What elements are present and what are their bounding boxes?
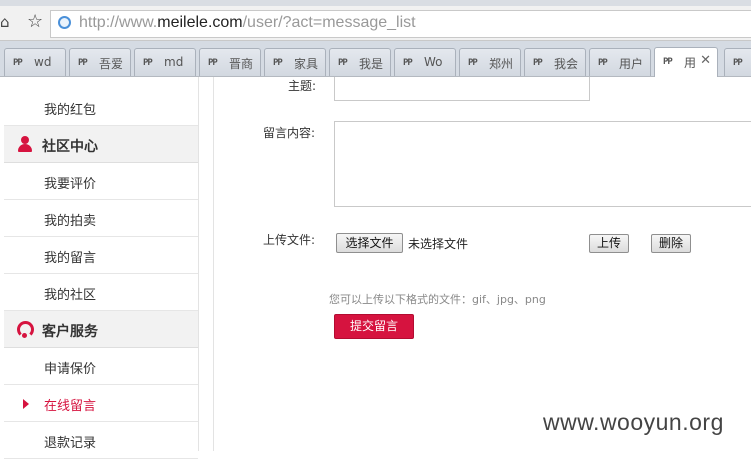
sidebar-item-price-protection[interactable]: 申请保价 bbox=[4, 348, 198, 385]
choose-file-button[interactable]: 选择文件 bbox=[336, 233, 403, 253]
favicon-pp-icon: PP bbox=[403, 58, 413, 68]
favicon-pp-icon: PP bbox=[468, 58, 478, 68]
active-arrow-icon bbox=[23, 399, 29, 409]
url-field[interactable]: http://www.meilele.com/user/?act=message… bbox=[50, 10, 751, 38]
tab-1[interactable]: PP wd bbox=[4, 48, 66, 76]
tab-5[interactable]: PP 家具 bbox=[264, 48, 326, 76]
no-file-chosen-text: 未选择文件 bbox=[408, 237, 469, 251]
favicon-pp-icon: PP bbox=[143, 58, 153, 68]
home-icon[interactable]: ⌂ bbox=[0, 15, 14, 30]
user-icon bbox=[18, 136, 32, 152]
favicon-pp-icon: PP bbox=[273, 58, 283, 68]
favicon-pp-icon: PP bbox=[13, 58, 23, 68]
subject-input[interactable] bbox=[334, 77, 590, 101]
watermark-text: www.wooyun.org bbox=[543, 409, 724, 435]
sidebar-item-red-packets[interactable]: 我的红包 bbox=[4, 89, 198, 126]
favicon-pp-icon: PP bbox=[208, 58, 218, 68]
sidebar-item-my-community[interactable]: 我的社区 bbox=[4, 274, 198, 311]
submit-message-button[interactable]: 提交留言 bbox=[334, 314, 414, 339]
sidebar-item-auction[interactable]: 我的拍卖 bbox=[4, 200, 198, 237]
tab-12[interactable]: PP bbox=[724, 48, 751, 76]
tab-6[interactable]: PP 我是 bbox=[329, 48, 391, 76]
account-sidebar: 我的红包 社区中心 我要评价 我的拍卖 我的留言 我的社区 客户服务 申请保价 … bbox=[4, 77, 199, 459]
tab-8[interactable]: PP 郑州 bbox=[459, 48, 521, 76]
favicon-pp-icon: PP bbox=[533, 58, 543, 68]
sidebar-item-online-message[interactable]: 在线留言 bbox=[4, 385, 198, 422]
tab-close-icon[interactable]: ✕ bbox=[700, 53, 711, 68]
upload-label: 上传文件: bbox=[263, 233, 316, 247]
delete-button[interactable]: 删除 bbox=[651, 234, 691, 253]
content-divider bbox=[213, 77, 214, 451]
site-globe-icon bbox=[58, 16, 71, 29]
favicon-pp-icon: PP bbox=[663, 57, 673, 67]
tab-10[interactable]: PP 用户 bbox=[589, 48, 651, 76]
tab-strip: PP wd PP 吾爱 PP md PP 晋商 PP 家具 PP 我是 PP Wo PP 郑州 … bbox=[0, 41, 751, 77]
message-textarea[interactable] bbox=[334, 121, 751, 207]
tab-4[interactable]: PP 晋商 bbox=[199, 48, 261, 76]
tab-9[interactable]: PP 我会 bbox=[524, 48, 586, 76]
favicon-pp-icon: PP bbox=[78, 58, 88, 68]
tab-3[interactable]: PP md bbox=[134, 48, 196, 76]
upload-button[interactable]: 上传 bbox=[589, 234, 629, 253]
address-bar: ⌂ ☆ http://www.meilele.com/user/?act=mes… bbox=[0, 6, 751, 41]
sidebar-item-refunds[interactable]: 退款记录 bbox=[4, 422, 198, 459]
sidebar-item-review[interactable]: 我要评价 bbox=[4, 163, 198, 200]
tab-2[interactable]: PP 吾爱 bbox=[69, 48, 131, 76]
content-label: 留言内容: bbox=[263, 126, 316, 140]
url-text: http://www.meilele.com/user/?act=message… bbox=[79, 14, 416, 31]
sidebar-section-customer-service: 客户服务 bbox=[4, 311, 198, 348]
favicon-pp-icon: PP bbox=[338, 58, 348, 68]
bookmark-star-icon[interactable]: ☆ bbox=[27, 12, 43, 32]
subject-label: 主题: bbox=[288, 79, 317, 93]
tab-7[interactable]: PP Wo bbox=[394, 48, 456, 76]
sidebar-item-my-messages[interactable]: 我的留言 bbox=[4, 237, 198, 274]
favicon-pp-icon: PP bbox=[598, 58, 608, 68]
headset-icon bbox=[16, 321, 34, 338]
tab-active[interactable]: PP 用 ✕ bbox=[654, 47, 718, 77]
favicon-pp-icon: PP bbox=[733, 58, 743, 68]
sidebar-section-community: 社区中心 bbox=[4, 126, 198, 163]
upload-format-hint: 您可以上传以下格式的文件：gif、jpg、png bbox=[329, 293, 546, 306]
